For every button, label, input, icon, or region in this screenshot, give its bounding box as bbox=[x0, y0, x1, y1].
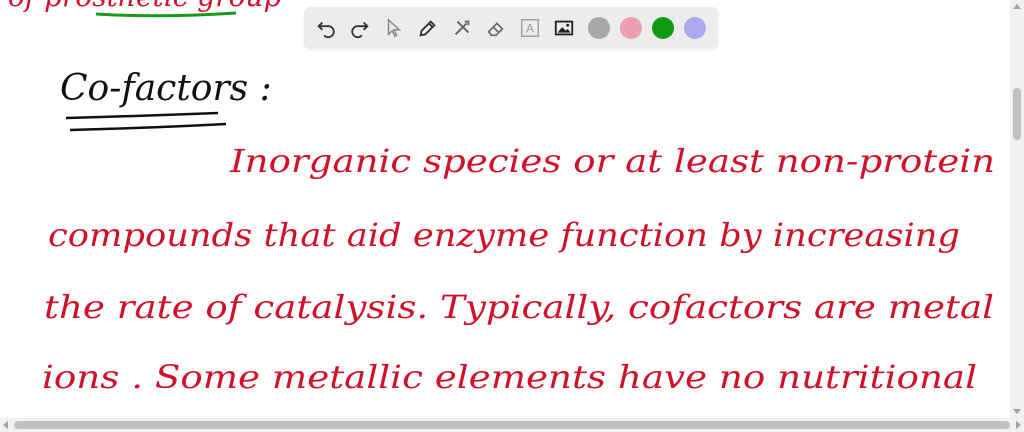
green-underline bbox=[95, 11, 237, 18]
body-line-1: Inorganic species or at least non-protei… bbox=[229, 142, 995, 180]
scroll-down-arrow[interactable] bbox=[1013, 409, 1021, 414]
vertical-scrollbar[interactable] bbox=[1010, 0, 1024, 418]
top-fragment-text: of prosthetic group bbox=[8, 0, 282, 13]
scroll-up-arrow[interactable] bbox=[1013, 4, 1021, 9]
text-tool-icon[interactable]: A bbox=[516, 14, 544, 42]
color-swatch-lavender[interactable] bbox=[684, 17, 706, 39]
drawing-toolbar: A bbox=[304, 7, 718, 49]
heading-cofactors: Co-factors : bbox=[60, 68, 272, 109]
undo-icon[interactable] bbox=[312, 14, 340, 42]
tools-icon[interactable] bbox=[448, 14, 476, 42]
color-swatch-gray[interactable] bbox=[588, 17, 610, 39]
vertical-scrollbar-thumb[interactable] bbox=[1013, 88, 1021, 140]
text-tool-glyph: A bbox=[526, 22, 534, 36]
redo-icon[interactable] bbox=[346, 14, 374, 42]
heading-underline-1 bbox=[65, 111, 219, 120]
whiteboard-canvas[interactable]: of prosthetic group Co-factors : Inorgan… bbox=[0, 0, 1024, 432]
body-line-2: compounds that aid enzyme function by in… bbox=[48, 216, 960, 254]
image-icon[interactable] bbox=[550, 14, 578, 42]
pen-icon[interactable] bbox=[414, 14, 442, 42]
pointer-icon[interactable] bbox=[380, 14, 408, 42]
body-line-3: the rate of catalysis. Typically, cofact… bbox=[44, 288, 994, 326]
eraser-icon[interactable] bbox=[482, 14, 510, 42]
heading-underline-2 bbox=[69, 122, 227, 132]
body-line-4: ions . Some metallic elements have no nu… bbox=[42, 358, 977, 396]
horizontal-scrollbar[interactable] bbox=[0, 418, 1024, 432]
color-swatch-green[interactable] bbox=[652, 17, 674, 39]
color-swatch-pink[interactable] bbox=[620, 17, 642, 39]
horizontal-scrollbar-thumb[interactable] bbox=[14, 421, 1010, 429]
scroll-right-arrow[interactable] bbox=[1016, 421, 1021, 429]
scroll-left-arrow[interactable] bbox=[3, 421, 8, 429]
